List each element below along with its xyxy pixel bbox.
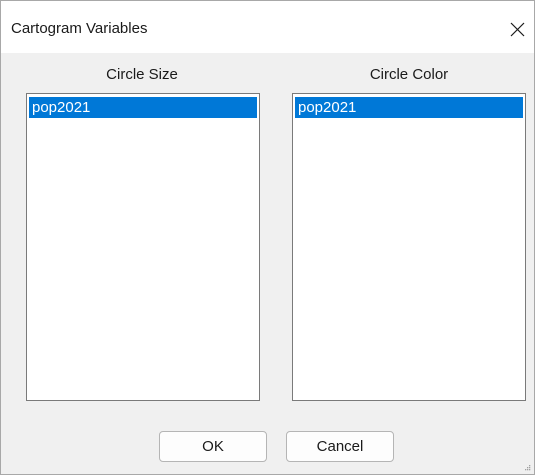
resize-grip-icon[interactable] [523,463,531,471]
cancel-button[interactable]: Cancel [286,431,394,462]
circle-size-listbox[interactable]: pop2021 [26,93,260,401]
circle-color-label: Circle Color [369,66,449,83]
cartogram-variables-dialog: Cartogram Variables Circle Size pop2021 … [0,0,535,475]
circle-size-item-pop2021[interactable]: pop2021 [29,97,257,118]
circle-color-listbox[interactable]: pop2021 [292,93,526,401]
title-bar[interactable]: Cartogram Variables [1,1,534,53]
ok-button[interactable]: OK [159,431,267,462]
dialog-title: Cartogram Variables [11,20,148,37]
circle-size-label: Circle Size [106,66,178,83]
close-icon [510,22,525,37]
close-button[interactable] [500,13,534,47]
circle-color-item-pop2021[interactable]: pop2021 [295,97,523,118]
